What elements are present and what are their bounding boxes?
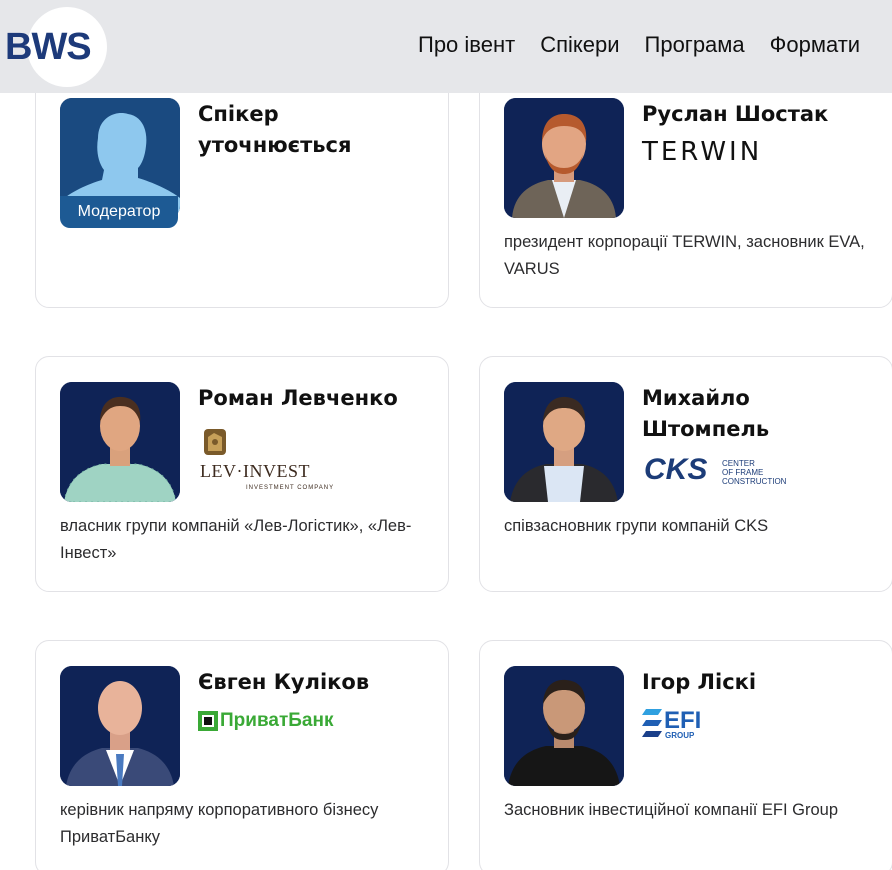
speaker-description: керівник напряму корпоративного бізнесу … — [60, 801, 379, 846]
nav-program[interactable]: Програма — [645, 32, 745, 58]
speaker-card[interactable]: Модератор Спікер уточнюється — [35, 72, 449, 308]
nav-formats[interactable]: Формати — [770, 32, 860, 58]
privatbank-logo: ПриватБанк — [198, 709, 358, 735]
speaker-name: Ігор Ліскі — [642, 670, 757, 694]
moderator-badge: Модератор — [60, 196, 178, 228]
speaker-description: співзасновник групи компаній CKS — [504, 517, 769, 535]
speaker-description: президент корпорації TERWIN, засновник E… — [504, 233, 865, 278]
main-nav: Про івент Спікери Програма Формати — [418, 32, 860, 58]
speaker-card[interactable]: Євген Куліков ПриватБанк керівник напрям… — [35, 640, 449, 870]
speaker-description: власник групи компаній «Лев-Логістик», «… — [60, 517, 412, 562]
speaker-card[interactable]: Ігор Ліскі EFI GROUP Засновник інвестиці… — [479, 640, 892, 870]
speaker-name: Роман Левченко — [198, 386, 398, 410]
nav-about[interactable]: Про івент — [418, 32, 515, 58]
speaker-name: Руслан Шостак — [642, 102, 829, 126]
speaker-card[interactable]: Михайло Штомпель CKS CENTER OF FRAME CON… — [479, 356, 892, 592]
site-header: BWS Про івент Спікери Програма Формати — [0, 0, 892, 93]
speaker-description: Засновник інвестиційної компанії EFI Gro… — [504, 801, 839, 819]
speaker-name: Михайло Штомпель — [642, 386, 770, 441]
speaker-photo — [60, 666, 180, 786]
speaker-photo — [60, 382, 180, 502]
speaker-photo — [504, 382, 624, 502]
bws-logo[interactable]: BWS — [5, 26, 92, 69]
lev-invest-logo: LEV·INVEST INVESTMENT COMPANY — [198, 427, 333, 497]
speaker-photo — [504, 98, 624, 218]
terwin-logo: TERWIN — [642, 137, 763, 167]
speaker-name: Євген Куліков — [198, 670, 370, 694]
efi-group-logo: EFI GROUP — [642, 707, 722, 743]
cks-logo: CKS CENTER OF FRAME CONSTRUCTION — [644, 453, 787, 486]
nav-speakers[interactable]: Спікери — [540, 32, 619, 58]
speaker-name: Спікер уточнюється — [198, 102, 352, 157]
speaker-card[interactable]: Роман Левченко LEV·INVEST INVESTMENT COM… — [35, 356, 449, 592]
speaker-card[interactable]: Руслан Шостак TERWIN президент корпораці… — [479, 72, 892, 308]
speaker-photo — [504, 666, 624, 786]
